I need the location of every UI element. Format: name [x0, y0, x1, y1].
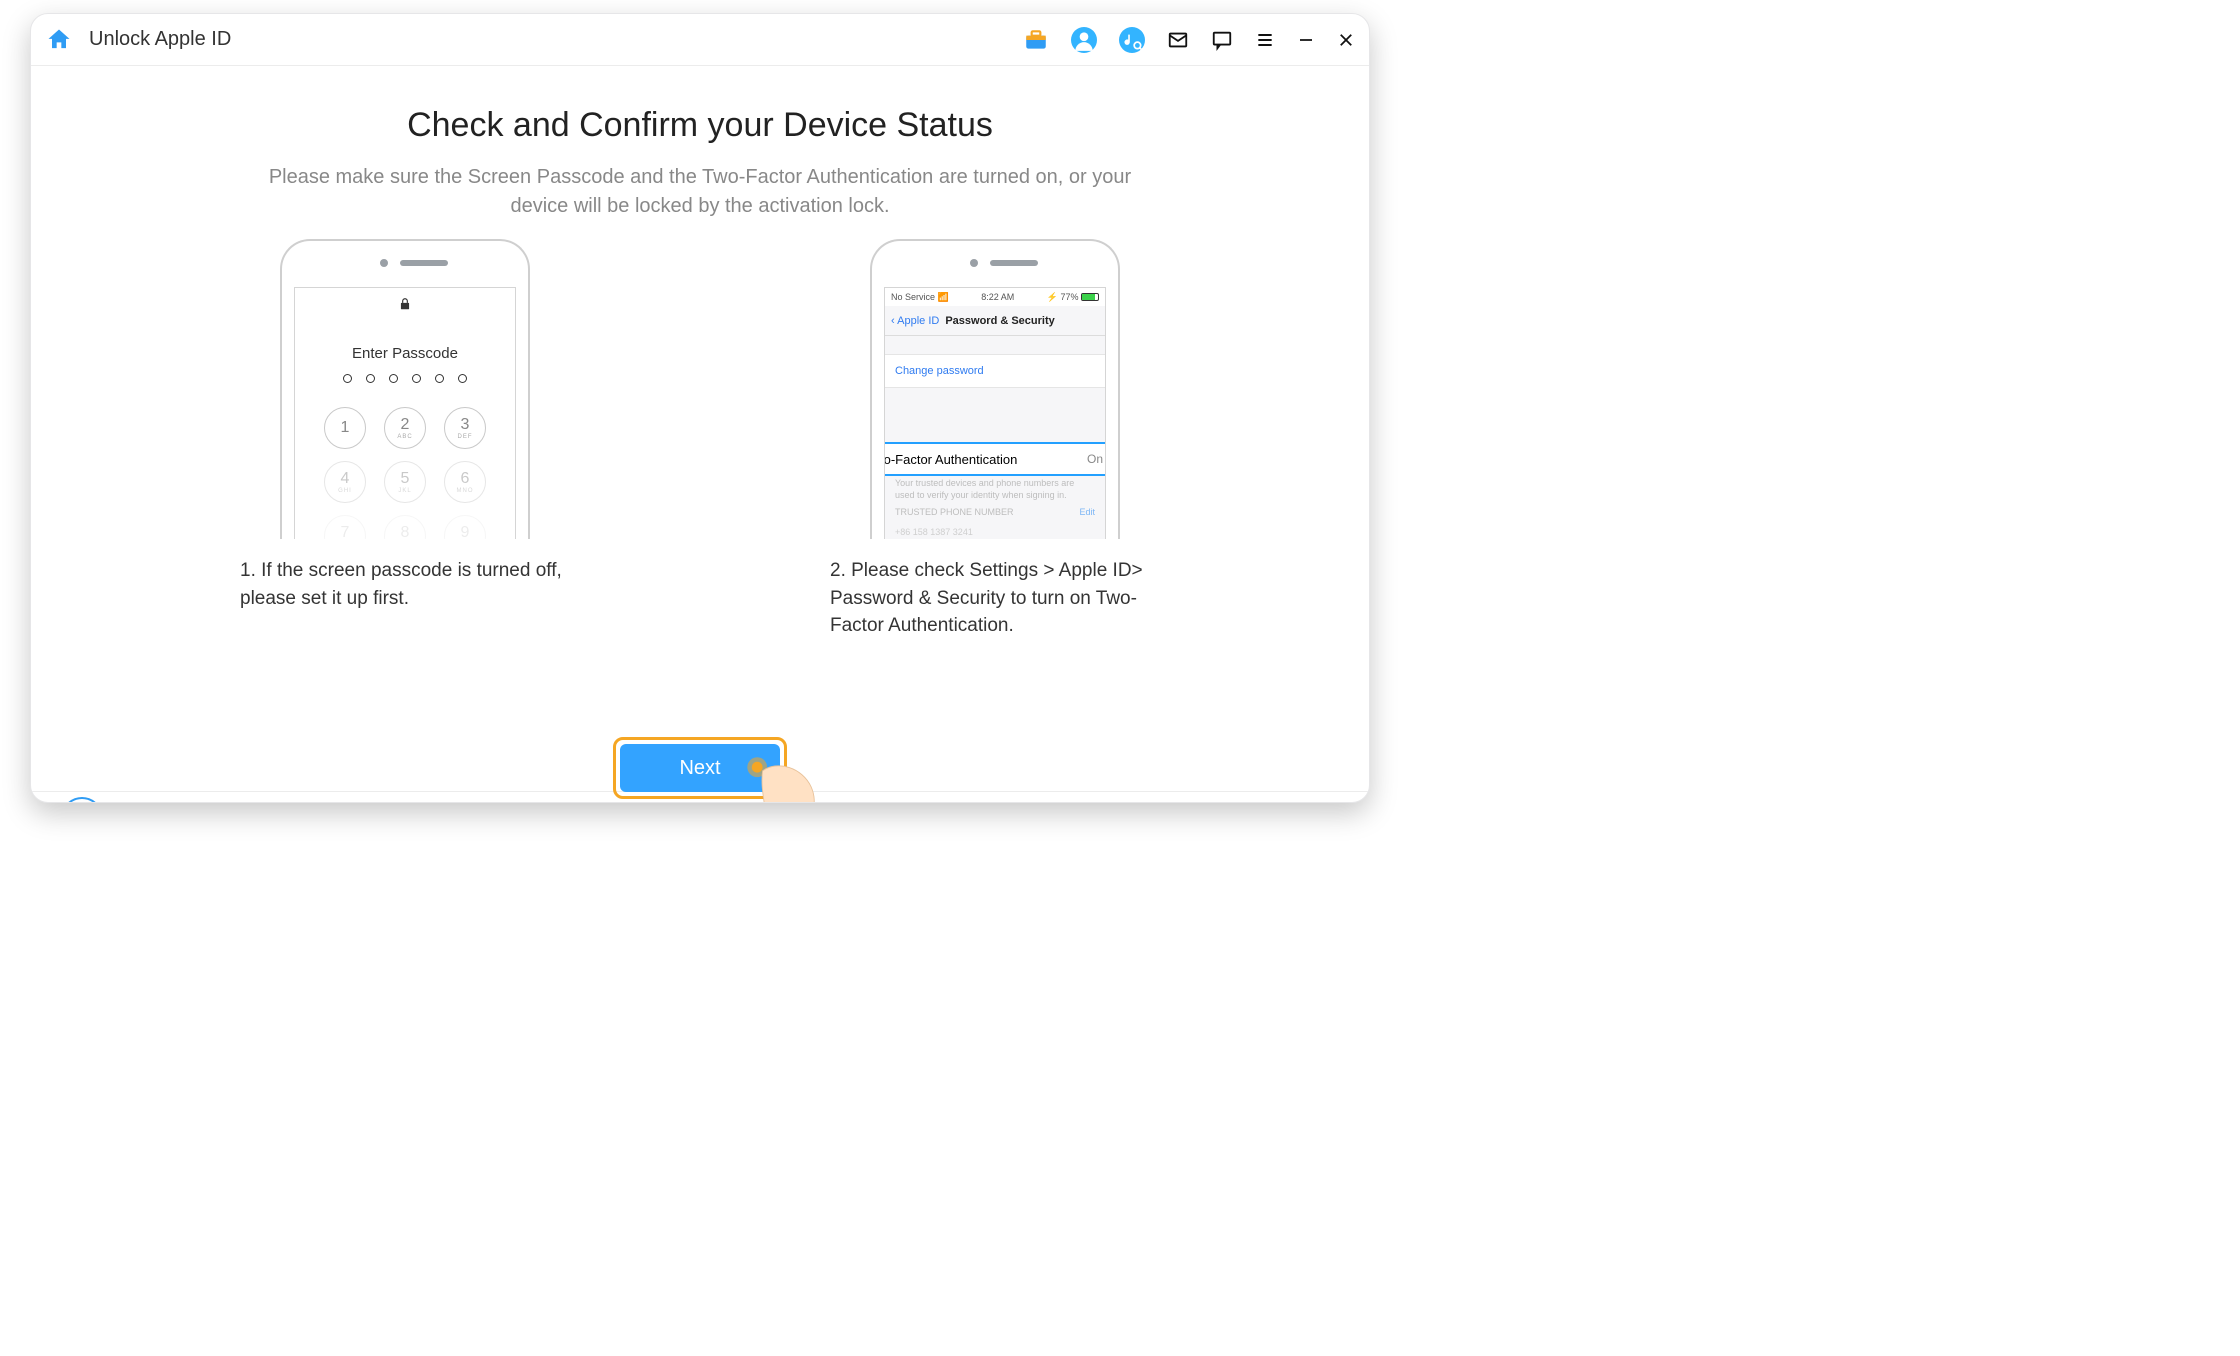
- status-bar: No Service 📶 8:22 AM ⚡ 77%: [885, 288, 1105, 306]
- minimize-icon[interactable]: [1297, 31, 1315, 49]
- passcode-label: Enter Passcode: [295, 345, 515, 362]
- home-icon[interactable]: [45, 26, 73, 54]
- phone-mockup-left: Enter Passcode 1 2ABC 3DEF 4GHI 5JKL: [280, 239, 530, 539]
- next-button[interactable]: Next: [620, 744, 780, 792]
- titlebar-icons: [1023, 27, 1355, 53]
- caption-right: 2. Please check Settings > Apple ID> Pas…: [830, 557, 1160, 640]
- content: Check and Confirm your Device Status Ple…: [31, 106, 1369, 791]
- keypad: 1 2ABC 3DEF 4GHI 5JKL 6MNO 7PQRS: [295, 407, 515, 539]
- back-button[interactable]: [61, 797, 103, 803]
- next-area: Next: [613, 737, 787, 799]
- change-password-cell: Change password: [885, 354, 1105, 388]
- caption-left: 1. If the screen passcode is turned off,…: [240, 557, 570, 612]
- page-subtitle: Please make sure the Screen Passcode and…: [240, 163, 1160, 221]
- lock-icon: [295, 296, 515, 317]
- menu-icon[interactable]: [1255, 30, 1275, 50]
- page-heading: Check and Confirm your Device Status: [31, 106, 1369, 145]
- titlebar: Unlock Apple ID: [31, 14, 1369, 66]
- phone-mockup-right: No Service 📶 8:22 AM ⚡ 77% ‹ Apple ID Pa…: [870, 239, 1120, 539]
- panel-tfa: No Service 📶 8:22 AM ⚡ 77% ‹ Apple ID Pa…: [830, 239, 1160, 640]
- mail-icon[interactable]: [1167, 29, 1189, 51]
- panel-passcode: Enter Passcode 1 2ABC 3DEF 4GHI 5JKL: [240, 239, 570, 640]
- window-title: Unlock Apple ID: [89, 28, 231, 51]
- meta-text: Your trusted devices and phone numbers a…: [895, 478, 1095, 539]
- music-search-icon[interactable]: [1119, 27, 1145, 53]
- app-window: Unlock Apple ID: [30, 13, 1370, 803]
- toolbox-icon[interactable]: [1023, 27, 1049, 53]
- nav-back: ‹ Apple ID: [891, 315, 939, 327]
- close-icon[interactable]: [1337, 31, 1355, 49]
- user-icon[interactable]: [1071, 27, 1097, 53]
- next-highlight: Next: [613, 737, 787, 799]
- wifi-icon: 📶: [938, 292, 949, 302]
- passcode-dots: [295, 374, 515, 383]
- nav-bar: ‹ Apple ID Password & Security: [885, 306, 1105, 336]
- chat-icon[interactable]: [1211, 29, 1233, 51]
- tfa-row: Two-Factor Authentication On: [884, 442, 1106, 476]
